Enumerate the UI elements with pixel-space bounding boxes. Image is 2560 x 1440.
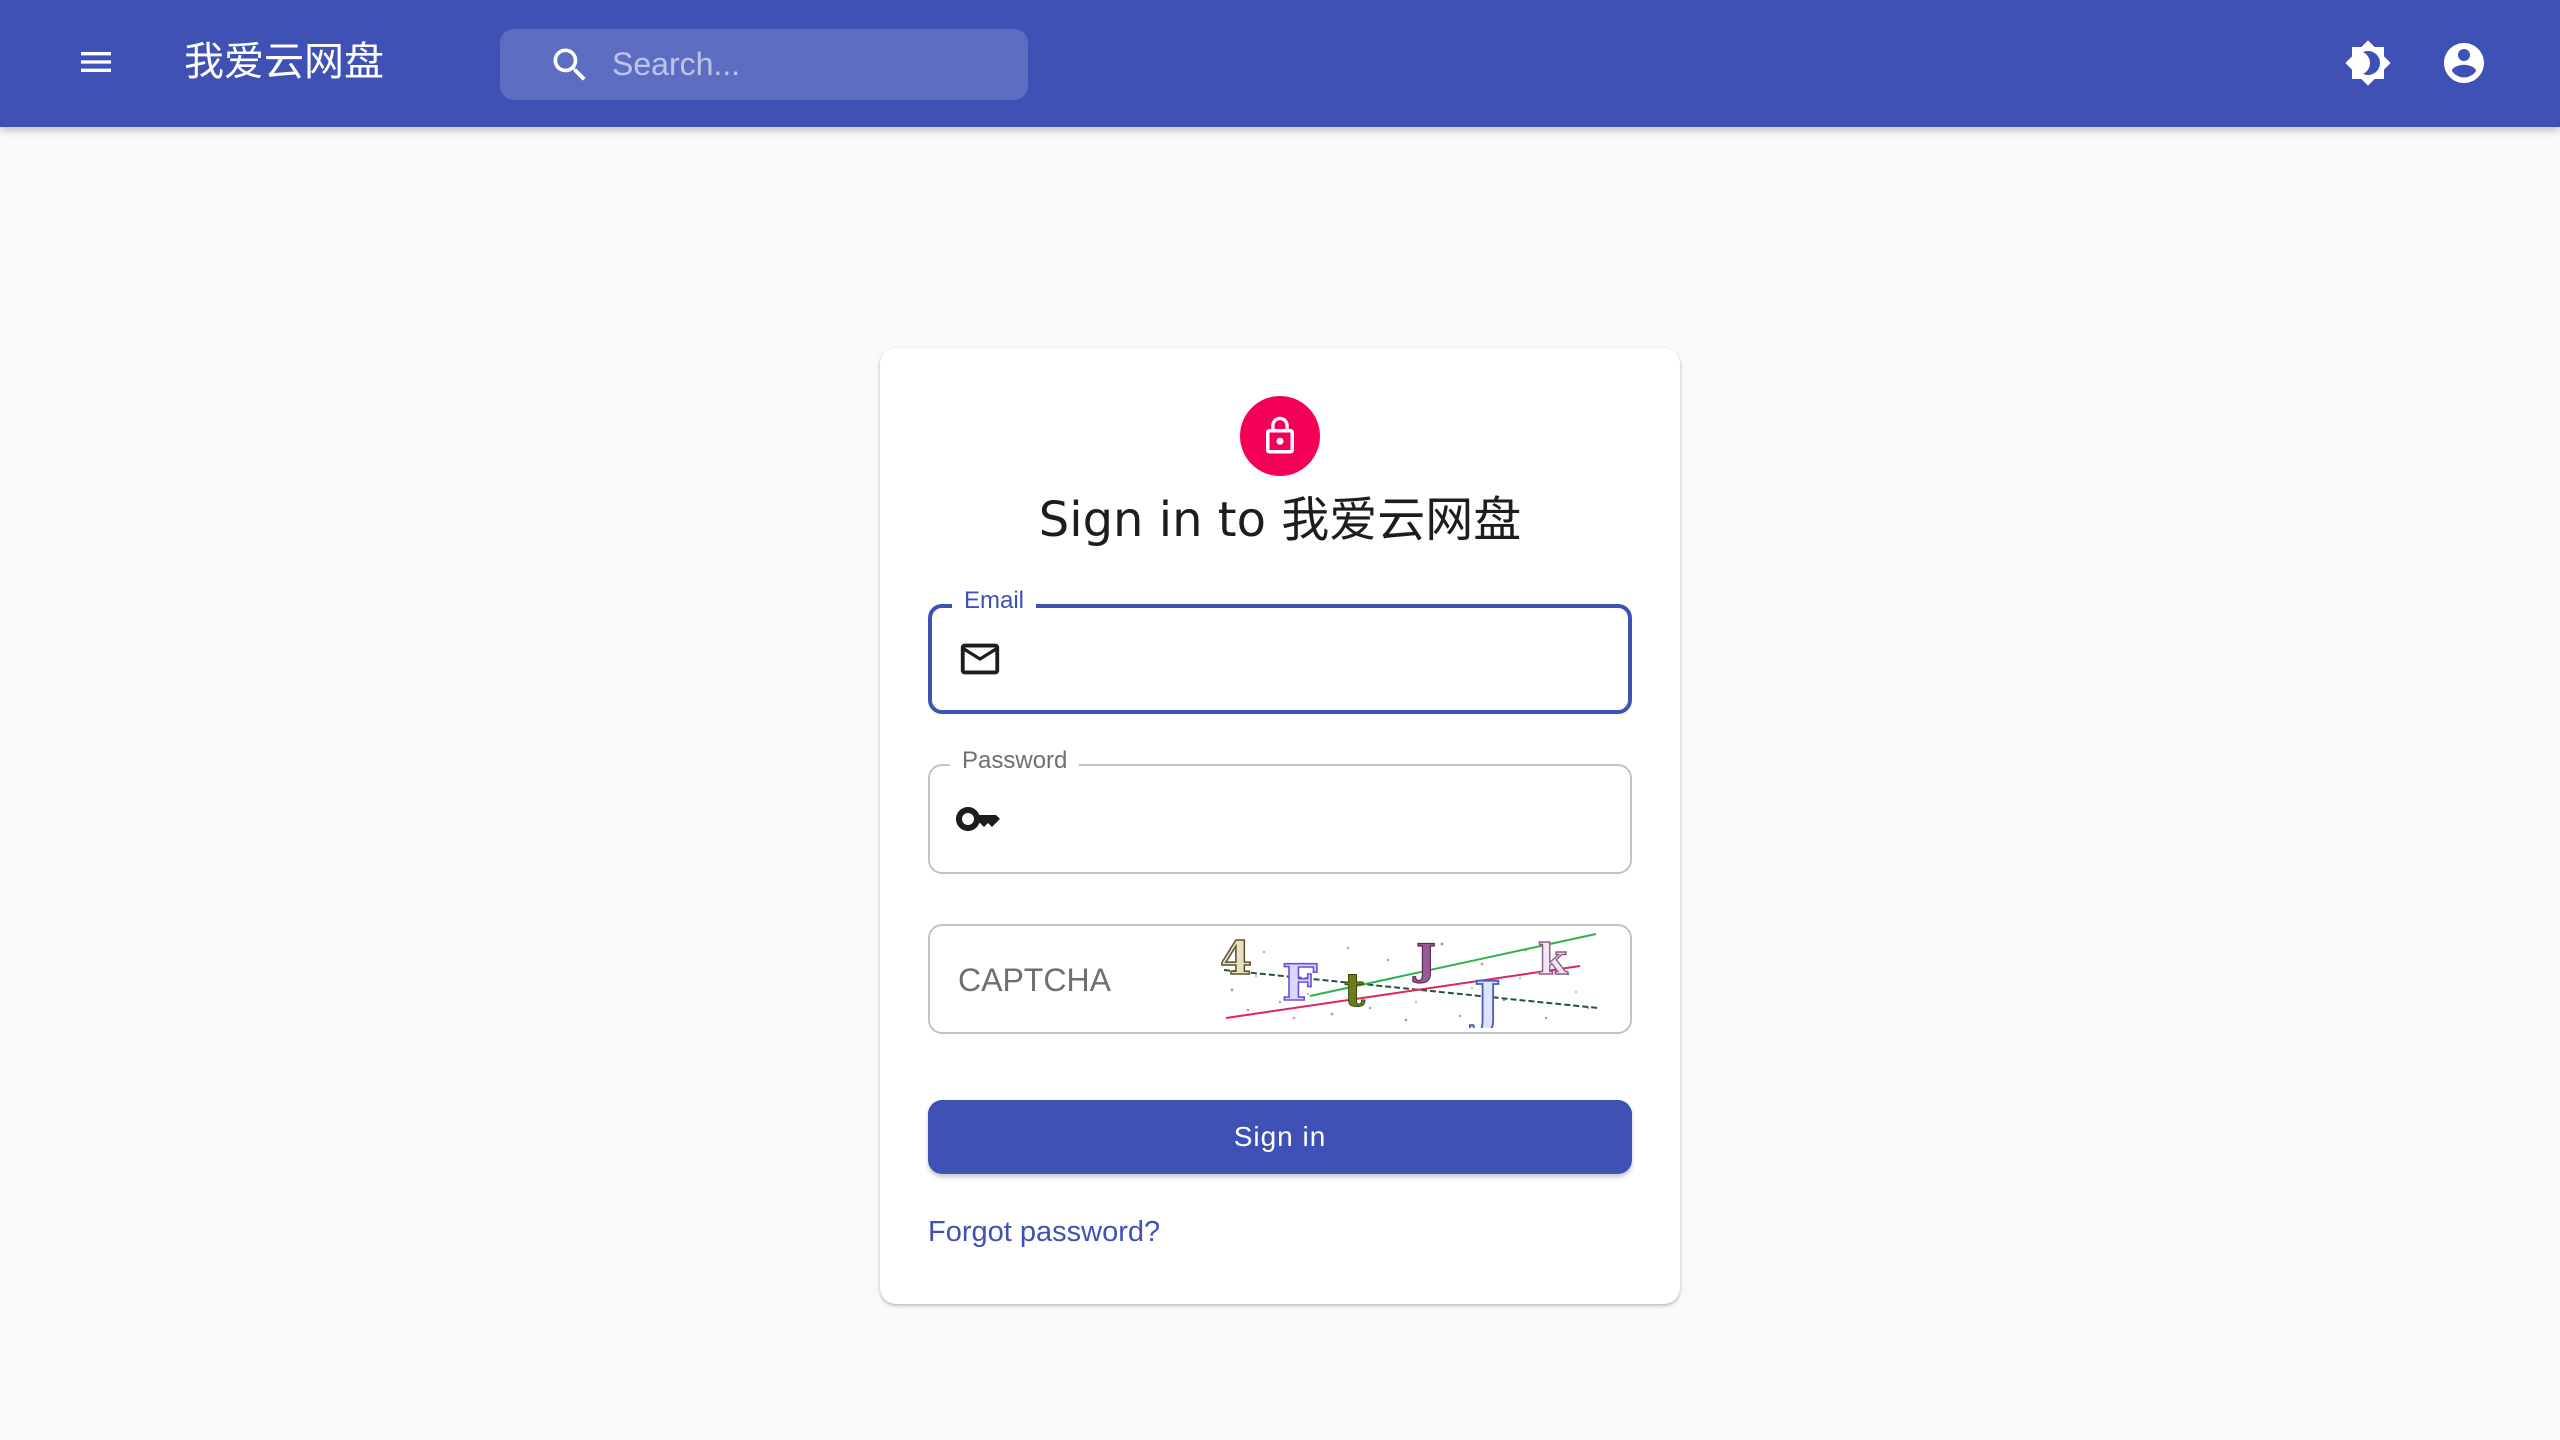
search-icon bbox=[546, 41, 594, 89]
search-input[interactable] bbox=[610, 45, 1014, 84]
app-title: 我爱云网盘 bbox=[184, 39, 384, 85]
menu-icon bbox=[81, 52, 111, 72]
captcha-char-5: J bbox=[1469, 970, 1501, 1028]
email-label: Email bbox=[952, 586, 1037, 616]
login-card: Sign in to 我爱云网盘 Email Password CAPTCHA … bbox=[880, 348, 1680, 1304]
captcha-char-3: t bbox=[1344, 963, 1366, 1017]
captcha-char-1: 4 bbox=[1220, 931, 1252, 985]
signin-button[interactable]: Sign in bbox=[928, 1100, 1632, 1174]
mail-icon bbox=[956, 635, 1004, 683]
theme-toggle-button[interactable] bbox=[2336, 31, 2400, 95]
search-bar[interactable] bbox=[500, 29, 1028, 100]
lock-icon bbox=[1266, 416, 1294, 454]
account-button[interactable] bbox=[2432, 31, 2496, 95]
key-icon bbox=[954, 795, 1002, 843]
captcha-image[interactable]: 4 F t J J k bbox=[1220, 930, 1604, 1028]
forgot-password-link[interactable]: Forgot password? bbox=[928, 1216, 1160, 1249]
captcha-char-6: k bbox=[1538, 935, 1568, 984]
captcha-char-2: F bbox=[1282, 953, 1318, 1012]
app-bar: 我爱云网盘 bbox=[0, 0, 2560, 127]
captcha-char-4: J bbox=[1412, 935, 1436, 984]
email-input[interactable] bbox=[1028, 608, 1612, 712]
captcha-input[interactable] bbox=[956, 926, 1220, 1034]
signin-title: Sign in to 我爱云网盘 bbox=[1038, 492, 1522, 548]
captcha-field[interactable]: 4 F t J J k bbox=[928, 924, 1632, 1034]
menu-button[interactable] bbox=[64, 30, 128, 94]
brightness-icon bbox=[2345, 40, 2391, 86]
password-input[interactable] bbox=[1026, 766, 1610, 874]
account-circle-icon bbox=[2444, 43, 2484, 83]
lock-avatar bbox=[1240, 396, 1320, 476]
password-field[interactable]: Password bbox=[928, 746, 1632, 874]
email-field[interactable]: Email bbox=[928, 586, 1632, 714]
